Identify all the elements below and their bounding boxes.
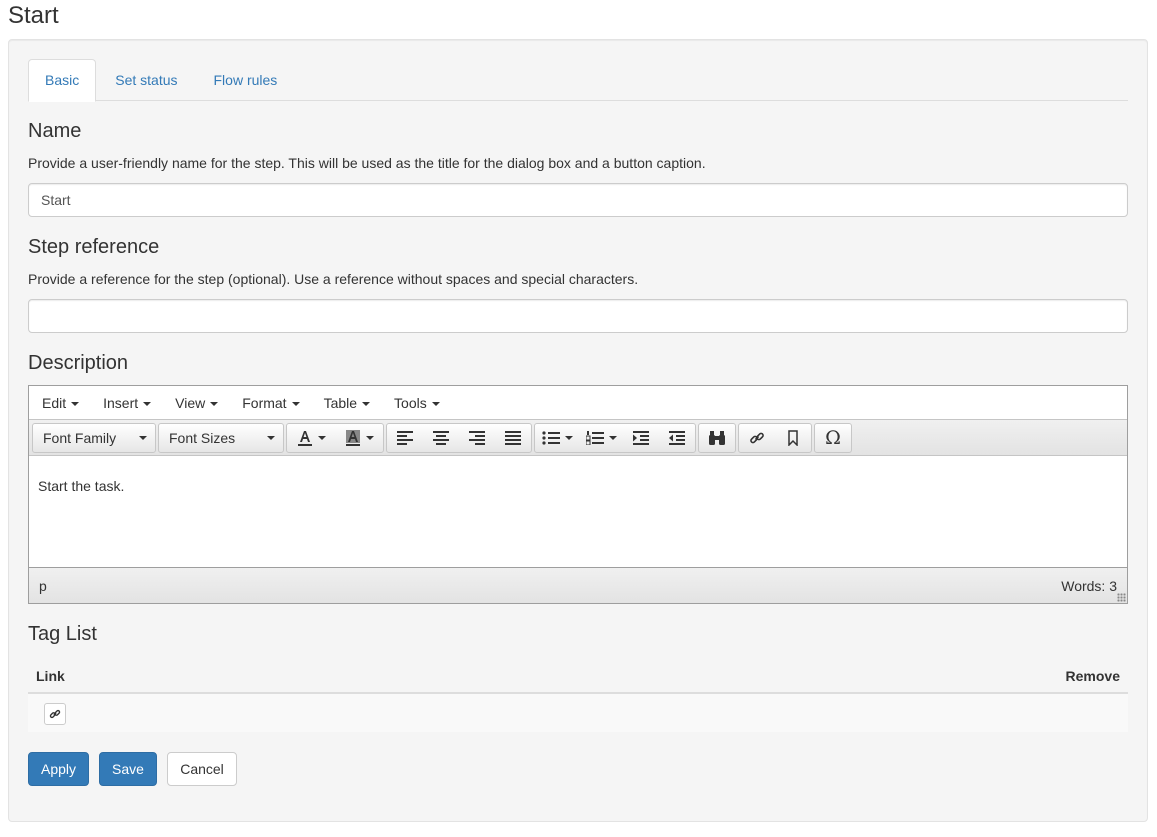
step-reference-title: Step reference — [28, 236, 160, 258]
font-family-select[interactable]: Font Family — [33, 424, 155, 452]
alignment-group — [386, 422, 532, 453]
text-color-icon — [297, 430, 312, 446]
caret-down-icon — [143, 401, 152, 406]
caret-down-icon — [365, 435, 374, 440]
list-group — [534, 422, 696, 453]
background-color-icon — [345, 429, 360, 446]
find-replace-button[interactable] — [699, 424, 735, 452]
tab-basic[interactable]: Basic — [28, 59, 97, 102]
resize-handle[interactable] — [1117, 593, 1126, 602]
editor-toolbar: Font Family Font Sizes Ω — [29, 420, 1127, 456]
caret-down-icon — [317, 435, 326, 440]
align-left-icon — [397, 430, 413, 445]
align-left-button[interactable] — [387, 424, 423, 452]
column-remove-header: Remove — [1065, 668, 1120, 684]
align-justify-icon — [505, 430, 521, 445]
menu-edit[interactable]: Edit — [33, 389, 88, 417]
align-right-button[interactable] — [459, 424, 495, 452]
step-reference-input[interactable] — [28, 299, 1128, 333]
menu-insert[interactable]: Insert — [94, 389, 160, 417]
editor-content[interactable]: Start the task. — [29, 456, 1127, 567]
caret-down-icon — [139, 435, 147, 440]
name-title: Name — [28, 120, 82, 142]
tab-set-status[interactable]: Set status — [98, 59, 194, 101]
font-sizes-select[interactable]: Font Sizes — [159, 424, 283, 452]
insert-anchor-button[interactable] — [775, 424, 811, 452]
align-center-button[interactable] — [423, 424, 459, 452]
editor-menubar: Edit Insert View Format Table Tools — [29, 386, 1127, 420]
link-icon — [49, 709, 61, 719]
save-button[interactable]: Save — [99, 752, 157, 786]
menu-tools[interactable]: Tools — [385, 389, 449, 417]
description-title: Description — [28, 352, 129, 374]
cancel-button[interactable]: Cancel — [167, 752, 237, 786]
step-editor-panel: Basic Set status Flow rules Name Provide… — [8, 39, 1148, 822]
column-link-header: Link — [36, 668, 65, 684]
caret-down-icon — [564, 435, 573, 440]
apply-button[interactable]: Apply — [28, 752, 89, 786]
caret-down-icon — [362, 401, 371, 406]
align-center-icon — [433, 430, 449, 445]
align-justify-button[interactable] — [495, 424, 531, 452]
add-link-button[interactable] — [44, 703, 66, 725]
caret-down-icon — [291, 401, 300, 406]
background-color-button[interactable] — [335, 424, 383, 452]
bullet-list-icon — [541, 430, 560, 445]
bookmark-icon — [788, 429, 798, 446]
element-path[interactable]: p — [39, 578, 47, 594]
special-character-button[interactable]: Ω — [815, 424, 851, 452]
tag-table-header: Link Remove — [28, 656, 1128, 694]
link-group — [738, 422, 812, 453]
table-row — [28, 694, 1128, 732]
insert-link-button[interactable] — [739, 424, 775, 452]
editor-statusbar: p Words: 3 — [29, 567, 1127, 603]
indent-icon — [633, 430, 649, 445]
tag-list-title: Tag List — [28, 623, 97, 645]
outdent-icon — [669, 430, 685, 445]
page-title: Start — [8, 2, 59, 29]
binoculars-icon — [709, 430, 725, 445]
caret-down-icon — [431, 401, 440, 406]
numbered-list-icon — [585, 430, 604, 445]
rich-text-editor: Edit Insert View Format Table Tools Font… — [28, 385, 1128, 604]
caret-down-icon — [210, 401, 219, 406]
tab-flow-rules[interactable]: Flow rules — [197, 59, 295, 101]
step-reference-help-text: Provide a reference for the step (option… — [28, 271, 639, 287]
special-char-group: Ω — [814, 422, 852, 453]
name-input[interactable] — [28, 183, 1128, 217]
outdent-button[interactable] — [659, 424, 695, 452]
color-group — [286, 422, 384, 453]
indent-button[interactable] — [623, 424, 659, 452]
font-size-group: Font Sizes — [158, 422, 284, 453]
align-right-icon — [469, 430, 485, 445]
word-count: Words: 3 — [1061, 578, 1117, 594]
menu-table[interactable]: Table — [315, 389, 379, 417]
menu-view[interactable]: View — [166, 389, 227, 417]
caret-down-icon — [71, 401, 80, 406]
text-color-button[interactable] — [287, 424, 335, 452]
caret-down-icon — [267, 435, 275, 440]
name-help-text: Provide a user-friendly name for the ste… — [28, 155, 706, 171]
bullet-list-button[interactable] — [535, 424, 579, 452]
caret-down-icon — [608, 435, 617, 440]
numbered-list-button[interactable] — [579, 424, 623, 452]
font-family-group: Font Family — [32, 422, 156, 453]
search-group — [698, 422, 736, 453]
link-icon — [750, 432, 764, 443]
tab-bar: Basic Set status Flow rules — [28, 59, 1128, 102]
omega-icon: Ω — [825, 426, 841, 449]
menu-format[interactable]: Format — [233, 389, 308, 417]
